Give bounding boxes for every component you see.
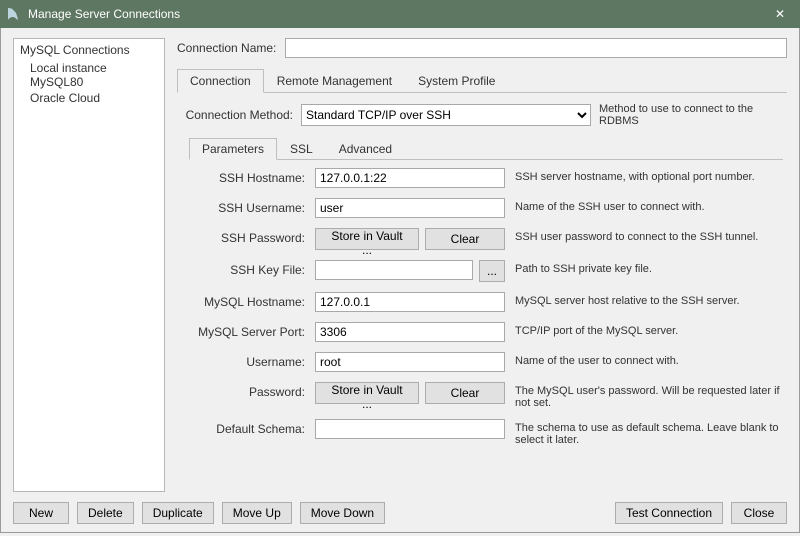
close-button[interactable]: Close [731, 502, 787, 524]
mysql-hostname-label: MySQL Hostname: [189, 292, 305, 309]
test-connection-button[interactable]: Test Connection [615, 502, 723, 524]
ssh-keyfile-label: SSH Key File: [189, 260, 305, 277]
delete-button[interactable]: Delete [77, 502, 134, 524]
mysql-port-input[interactable] [315, 322, 505, 342]
ssh-password-store-button[interactable]: Store in Vault ... [315, 228, 419, 250]
connection-method-label: Connection Method: [183, 108, 293, 122]
username-label: Username: [189, 352, 305, 369]
username-input[interactable] [315, 352, 505, 372]
ssh-username-input[interactable] [315, 198, 505, 218]
password-store-button[interactable]: Store in Vault ... [315, 382, 419, 404]
param-tabs: Parameters SSL Advanced [189, 137, 783, 160]
ssh-hostname-hint: SSH server hostname, with optional port … [515, 168, 783, 183]
ssh-keyfile-input[interactable] [315, 260, 473, 280]
tab-connection[interactable]: Connection [177, 69, 264, 93]
password-clear-button[interactable]: Clear [425, 382, 505, 404]
new-button[interactable]: New [13, 502, 69, 524]
footer: New Delete Duplicate Move Up Move Down T… [13, 492, 787, 524]
connection-method-select[interactable]: Standard TCP/IP over SSH [301, 104, 591, 126]
connection-method-help: Method to use to connect to the RDBMS [599, 103, 783, 127]
ssh-password-hint: SSH user password to connect to the SSH … [515, 228, 783, 243]
mysql-hostname-hint: MySQL server host relative to the SSH se… [515, 292, 783, 307]
main-tabs: Connection Remote Management System Prof… [177, 68, 787, 93]
titlebar: Manage Server Connections ✕ [0, 0, 800, 28]
app-icon [4, 5, 22, 23]
duplicate-button[interactable]: Duplicate [142, 502, 214, 524]
sidebar-header: MySQL Connections [20, 43, 158, 57]
ssh-hostname-label: SSH Hostname: [189, 168, 305, 185]
window-title: Manage Server Connections [28, 7, 766, 21]
ssh-password-label: SSH Password: [189, 228, 305, 245]
default-schema-input[interactable] [315, 419, 505, 439]
tab-advanced[interactable]: Advanced [326, 138, 405, 160]
default-schema-hint: The schema to use as default schema. Lea… [515, 419, 783, 446]
move-up-button[interactable]: Move Up [222, 502, 292, 524]
mysql-port-label: MySQL Server Port: [189, 322, 305, 339]
username-hint: Name of the user to connect with. [515, 352, 783, 367]
tab-system-profile[interactable]: System Profile [405, 69, 508, 93]
mysql-port-hint: TCP/IP port of the MySQL server. [515, 322, 783, 337]
mysql-hostname-input[interactable] [315, 292, 505, 312]
password-hint: The MySQL user's password. Will be reque… [515, 382, 783, 409]
ssh-hostname-input[interactable] [315, 168, 505, 188]
ssh-keyfile-hint: Path to SSH private key file. [515, 260, 783, 275]
connection-name-input[interactable] [285, 38, 787, 58]
connections-sidebar: MySQL Connections Local instance MySQL80… [13, 38, 165, 492]
default-schema-label: Default Schema: [189, 419, 305, 436]
sidebar-item[interactable]: Oracle Cloud [20, 90, 158, 106]
move-down-button[interactable]: Move Down [300, 502, 385, 524]
ssh-username-label: SSH Username: [189, 198, 305, 215]
close-icon[interactable]: ✕ [766, 7, 794, 21]
connection-name-label: Connection Name: [177, 41, 277, 55]
tab-ssl[interactable]: SSL [277, 138, 326, 160]
ssh-password-clear-button[interactable]: Clear [425, 228, 505, 250]
ssh-username-hint: Name of the SSH user to connect with. [515, 198, 783, 213]
ssh-keyfile-browse-button[interactable]: ... [479, 260, 505, 282]
password-label: Password: [189, 382, 305, 399]
tab-remote-management[interactable]: Remote Management [264, 69, 405, 93]
sidebar-item[interactable]: Local instance MySQL80 [20, 60, 158, 90]
tab-parameters[interactable]: Parameters [189, 138, 277, 160]
